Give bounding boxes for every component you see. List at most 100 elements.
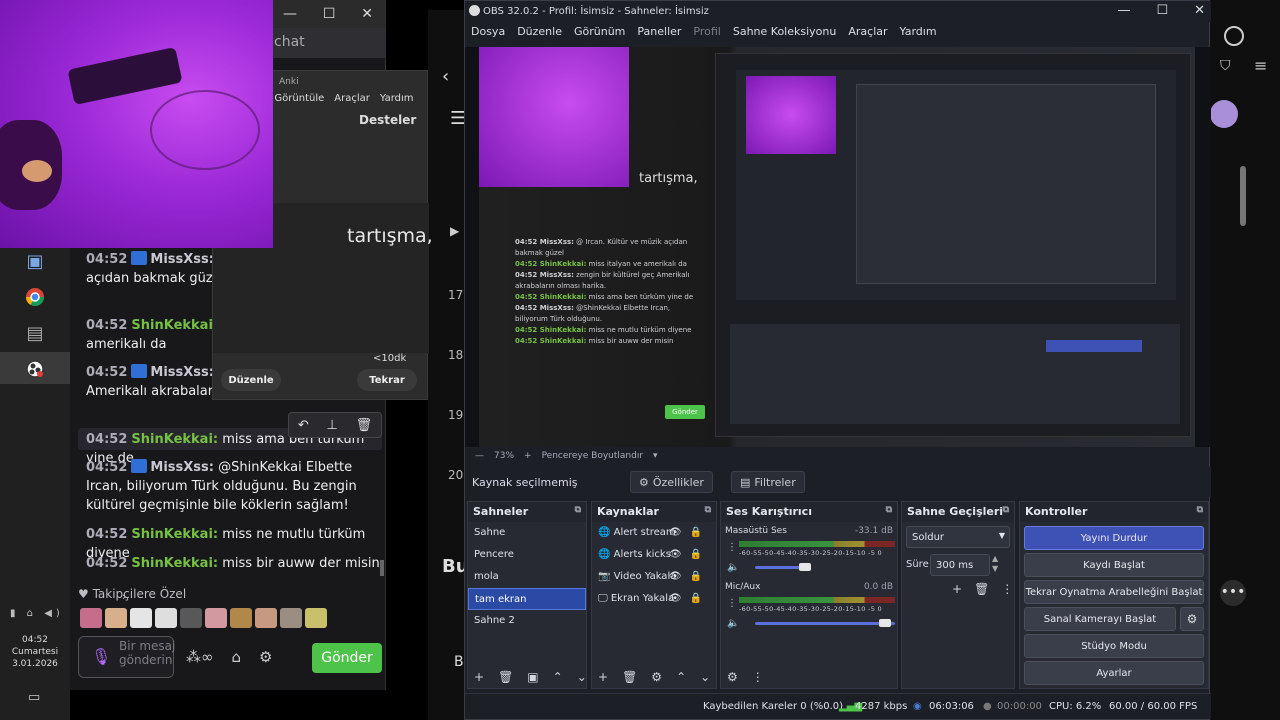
scene-item[interactable]: mola xyxy=(468,566,586,588)
shield-icon[interactable] xyxy=(1224,26,1244,46)
arrow-up-icon[interactable]: ⌃ xyxy=(676,670,686,684)
message-user[interactable]: MissXss: xyxy=(150,252,214,267)
message-user[interactable]: ShinKekkai: xyxy=(131,318,218,333)
decks-tab[interactable]: Desteler xyxy=(359,113,416,127)
scene-item-selected[interactable]: tam ekran xyxy=(468,588,586,610)
emote[interactable] xyxy=(230,608,252,628)
obs-preview[interactable]: tartışma, 04:52 MissXss: @ Ircan. Kültür… xyxy=(465,47,1211,447)
close-icon[interactable]: ✕ xyxy=(361,6,373,22)
filter-icon[interactable]: ▣ xyxy=(527,670,538,684)
menu-edit[interactable]: Düzenle xyxy=(517,25,562,38)
volume-slider[interactable] xyxy=(755,566,805,569)
avatar[interactable] xyxy=(1210,100,1238,128)
speaker-icon[interactable]: 🔈 xyxy=(727,618,739,629)
scene-item[interactable]: Sahne xyxy=(468,522,586,544)
maximize-icon[interactable]: ☐ xyxy=(323,6,336,22)
scrollbar[interactable] xyxy=(1240,166,1246,226)
store-icon[interactable]: ⌂ xyxy=(232,648,242,666)
transition-select[interactable]: Soldur ▼ xyxy=(906,526,1010,548)
kebab-icon[interactable]: ⋮ xyxy=(727,598,737,609)
emote[interactable] xyxy=(255,608,277,628)
scene-item[interactable]: Sahne 2 xyxy=(468,610,586,632)
menu-icon[interactable]: ≡ xyxy=(1254,56,1267,75)
chat-input[interactable]: 🎙 Bir mesaj gönderin xyxy=(78,636,175,678)
chat-message[interactable]: 04:52 MissXss: @ShinKekkai Elbette Ircan,… xyxy=(86,458,382,515)
more-icon[interactable]: ••• xyxy=(1220,580,1246,606)
source-item[interactable]: 🖵 Ekran Yakala 👁🔒 xyxy=(592,588,716,610)
message-user[interactable]: MissXss: xyxy=(150,365,214,380)
start-recording-button[interactable]: Kaydı Başlat xyxy=(1024,553,1204,577)
stop-stream-button[interactable]: Yayını Durdur xyxy=(1024,526,1204,550)
menu-file[interactable]: Dosya xyxy=(471,25,505,38)
menu-view[interactable]: Görünüm xyxy=(574,25,625,38)
message-user[interactable]: ShinKekkai: xyxy=(131,527,218,542)
emote[interactable] xyxy=(130,608,152,628)
chat-message[interactable]: 04:52 ShinKekkai: miss bir auww der misin xyxy=(86,554,382,573)
emote-picker-icon[interactable]: ⁂∞ xyxy=(186,648,214,666)
minimize-icon[interactable]: — xyxy=(283,6,297,22)
menu-help[interactable]: Yardım xyxy=(900,25,937,38)
zoom-out-icon[interactable]: — xyxy=(475,451,484,461)
maximize-icon[interactable]: ☐ xyxy=(1156,3,1168,18)
volume-slider[interactable] xyxy=(755,622,895,625)
menu-item[interactable]: Yardım xyxy=(380,93,414,104)
send-button[interactable]: Gönder xyxy=(312,643,382,673)
gear-icon[interactable]: ⚙ xyxy=(651,670,662,684)
add-icon[interactable]: + xyxy=(598,670,608,684)
emote[interactable] xyxy=(180,608,202,628)
source-item[interactable]: 🌐 Alert stream 👁🔒 xyxy=(592,522,716,544)
undock-icon[interactable]: ⧉ xyxy=(575,505,581,515)
menu-scene-collection[interactable]: Sahne Koleksiyonu xyxy=(733,25,837,38)
message-user[interactable]: ShinKekkai: xyxy=(131,556,218,571)
undock-icon[interactable]: ⧉ xyxy=(886,505,892,515)
delete-icon[interactable]: 🗑 xyxy=(356,418,373,433)
file-icon[interactable]: ▤ xyxy=(20,318,50,348)
trash-icon[interactable]: 🗑 xyxy=(622,670,637,684)
message-user[interactable]: ShinKekkai: xyxy=(131,432,218,447)
add-icon[interactable]: + xyxy=(474,670,484,684)
menu-item[interactable]: Görüntüle xyxy=(274,93,324,104)
start-virtual-camera-button[interactable]: Sanal Kamerayı Başlat xyxy=(1024,607,1176,631)
play-icon[interactable]: ▶ xyxy=(450,224,459,238)
arrow-up-icon[interactable]: ⌃ xyxy=(553,670,563,684)
obs-icon[interactable] xyxy=(20,354,50,384)
visibility-lock-icons[interactable]: 👁🔒 xyxy=(669,571,710,582)
close-icon[interactable]: ✕ xyxy=(1194,3,1205,18)
gear-icon[interactable]: ⚙ xyxy=(727,670,738,684)
shield-icon[interactable]: ⛉ xyxy=(1220,58,1231,74)
menu-profile[interactable]: Profil xyxy=(693,25,720,38)
kebab-icon[interactable]: ⋮ xyxy=(1001,582,1013,596)
again-button[interactable]: Tekrar xyxy=(357,369,417,391)
source-item[interactable]: 📷 Video Yakala 👁🔒 xyxy=(592,566,716,588)
system-tray[interactable]: ▮ ⌂ ◀) xyxy=(10,608,66,619)
pin-icon[interactable]: ⊥ xyxy=(327,418,338,433)
virtual-camera-settings-icon[interactable]: ⚙ xyxy=(1180,607,1204,631)
app-icon[interactable]: ▣ xyxy=(20,246,50,276)
trash-icon[interactable]: 🗑 xyxy=(974,582,989,596)
fit-to-window[interactable]: Pencereye Boyutlandır xyxy=(542,451,643,461)
start-replay-buffer-button[interactable]: Tekrar Oynatma Arabelleğini Başlat xyxy=(1024,580,1204,604)
settings-icon[interactable]: ⚙ xyxy=(259,648,272,666)
visibility-lock-icons[interactable]: 👁🔒 xyxy=(669,593,710,604)
settings-button[interactable]: Ayarlar xyxy=(1024,661,1204,685)
filters-button[interactable]: ▤ Filtreler xyxy=(730,471,805,493)
emote[interactable] xyxy=(155,608,177,628)
reply-icon[interactable]: ↶ xyxy=(298,418,309,433)
undock-icon[interactable]: ⧉ xyxy=(1003,505,1009,515)
chevron-down-icon[interactable]: ▾ xyxy=(653,451,658,461)
trash-icon[interactable]: 🗑 xyxy=(498,670,513,684)
arrow-down-icon[interactable]: ⌄ xyxy=(577,670,587,684)
studio-mode-button[interactable]: Stüdyo Modu xyxy=(1024,634,1204,658)
add-icon[interactable]: + xyxy=(952,582,962,596)
scrollbar[interactable] xyxy=(380,560,384,576)
menu-item[interactable]: Araçlar xyxy=(334,93,370,104)
scene-item[interactable]: Pencere xyxy=(468,544,586,566)
emote[interactable] xyxy=(205,608,227,628)
emote[interactable] xyxy=(80,608,102,628)
duration-input[interactable]: 300 ms xyxy=(930,554,990,576)
volume-knob[interactable] xyxy=(799,563,811,571)
minimize-icon[interactable]: — xyxy=(1117,3,1130,18)
emote[interactable] xyxy=(305,608,327,628)
kebab-icon[interactable]: ⋮ xyxy=(752,670,764,684)
zoom-in-icon[interactable]: + xyxy=(524,451,532,461)
